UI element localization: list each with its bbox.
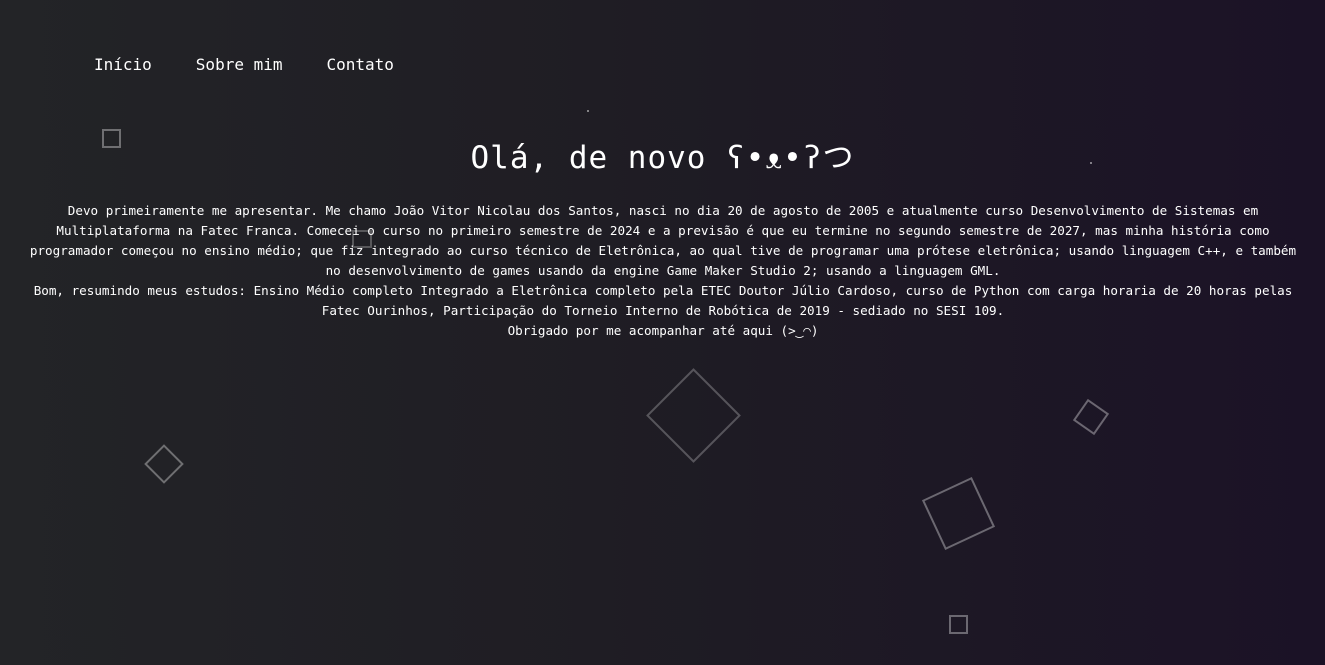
- decorative-square: [1072, 398, 1110, 436]
- decorative-square: [921, 476, 996, 551]
- decorative-dot: [1090, 162, 1092, 164]
- decorative-square: [102, 129, 121, 148]
- decorative-dot: [587, 110, 589, 112]
- decorative-square: [144, 444, 184, 484]
- page-title: Olá, de novo ʕ•ᴥ•ʔつ: [470, 140, 855, 176]
- decorative-square: [949, 615, 968, 634]
- decorative-square: [352, 230, 372, 248]
- about-paragraph-intro: Devo primeiramente me apresentar. Me cha…: [29, 203, 1297, 278]
- main-nav: Início Sobre mim Contato: [94, 53, 438, 77]
- nav-link-contato[interactable]: Contato: [327, 53, 394, 77]
- decorative-square: [646, 368, 741, 463]
- nav-link-sobre-mim[interactable]: Sobre mim: [196, 53, 283, 77]
- nav-link-inicio[interactable]: Início: [94, 53, 152, 77]
- about-section: Devo primeiramente me apresentar. Me cha…: [20, 201, 1306, 341]
- about-paragraph-studies: Bom, resumindo meus estudos: Ensino Médi…: [33, 283, 1293, 318]
- about-paragraph-thanks: Obrigado por me acompanhar até aqui (>‿◠…: [507, 323, 819, 338]
